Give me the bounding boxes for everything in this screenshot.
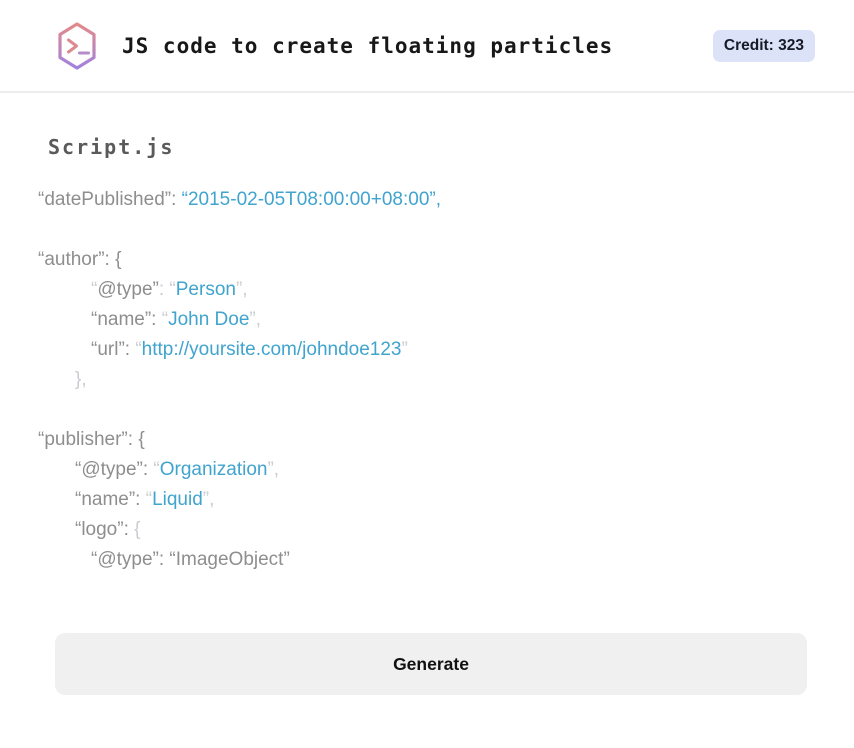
header: JS code to create floating particles Cre…: [0, 0, 854, 93]
code-token: ”: [401, 339, 408, 360]
code-line: “@type”: “ImageObject”: [38, 545, 807, 575]
code-token: “name”:: [91, 309, 162, 330]
code-token: “publisher”: {: [38, 429, 145, 450]
code-token: @type”: [97, 279, 159, 300]
code-token: Organization: [159, 459, 268, 480]
button-row: Generate: [0, 633, 854, 695]
code-token: : “: [158, 279, 176, 300]
code-token: “2015-02-05T08:00:00+08:00”,: [181, 189, 441, 210]
code-token: {: [134, 519, 141, 540]
code-token: “@type”: “ImageObject”: [91, 549, 290, 570]
terminal-prompt-hexagon-icon: [58, 21, 96, 70]
code-token: ”,: [249, 309, 262, 330]
code-token: ”,: [202, 489, 215, 510]
code-line: “datePublished”: “2015-02-05T08:00:00+08…: [38, 185, 807, 215]
code-line: },: [38, 365, 807, 395]
code-line: “url”: “http://yoursite.com/johndoe123”: [38, 335, 807, 365]
code-token: },: [75, 369, 87, 390]
app-logo: [55, 21, 99, 71]
code-line: “author”: {: [38, 245, 807, 275]
code-token: “url”:: [91, 339, 136, 360]
code-token: “logo”:: [75, 519, 135, 540]
code-token: “author”: {: [38, 249, 122, 270]
code-token: “datePublished”:: [38, 189, 182, 210]
code-token: Liquid: [152, 489, 203, 510]
code-token: John Doe: [168, 309, 250, 330]
code-line: “@type”: “Person”,: [38, 275, 807, 305]
code-token: ”,: [235, 279, 248, 300]
code-token: “@type”:: [75, 459, 154, 480]
page-title: JS code to create floating particles: [122, 33, 614, 58]
code-line: “@type”: “Organization”,: [38, 455, 807, 485]
code-line: “name”: “Liquid”,: [38, 485, 807, 515]
code-token: Person: [175, 279, 236, 300]
code-line: “name”: “John Doe”,: [38, 305, 807, 335]
script-filename: Script.js: [48, 135, 175, 159]
credit-badge: Credit: 323: [712, 29, 815, 62]
code-token: ”,: [267, 459, 280, 480]
code-line: “publisher”: {: [38, 425, 807, 455]
main-content: Script.js “datePublished”: “2015-02-05T0…: [0, 93, 854, 575]
code-line: “logo”: {: [38, 515, 807, 545]
code-token: “name”:: [75, 489, 146, 510]
generate-button[interactable]: Generate: [55, 633, 807, 695]
code-block: “datePublished”: “2015-02-05T08:00:00+08…: [38, 185, 807, 575]
code-token: http://yoursite.com/johndoe123: [141, 339, 402, 360]
